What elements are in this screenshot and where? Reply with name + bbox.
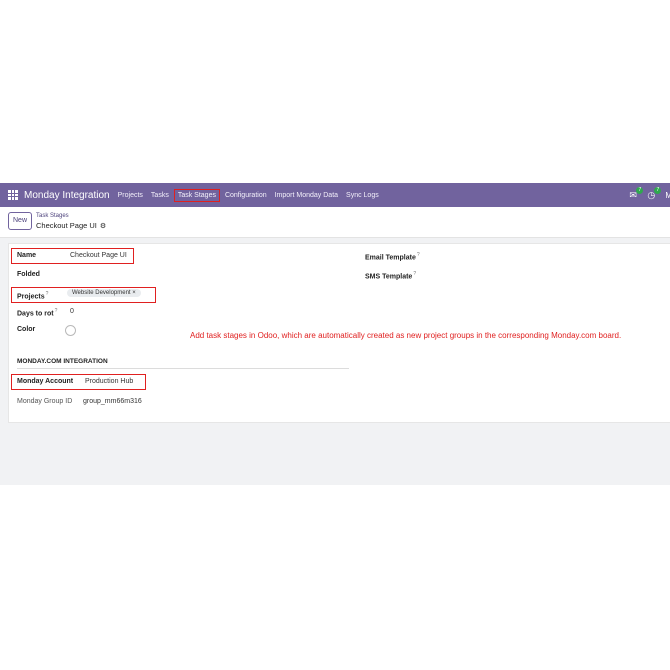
- menu-task-stages[interactable]: Task Stages: [173, 188, 220, 202]
- breadcrumb-parent[interactable]: Task Stages: [36, 213, 69, 219]
- breadcrumb-current: Checkout Page UI ⚙: [36, 221, 106, 230]
- monday-account-label: Monday Account: [17, 378, 74, 385]
- menu-import-monday-data[interactable]: Import Monday Data: [275, 192, 338, 199]
- email-label-text: Email Template: [365, 254, 416, 262]
- projects-label: Projects?: [17, 291, 48, 300]
- gear-icon[interactable]: ⚙: [100, 223, 106, 230]
- messages-icon[interactable]: ✉ 7: [629, 187, 644, 200]
- navbar-systray: ✉ 7 ◷ 7 M: [629, 183, 670, 207]
- sms-template-label: SMS Template?: [365, 271, 416, 280]
- color-picker[interactable]: [65, 325, 76, 336]
- menu-configuration[interactable]: Configuration: [225, 192, 267, 199]
- odoo-app: Monday Integration Projects Tasks Task S…: [0, 183, 670, 485]
- activities-badge: 7: [654, 187, 662, 194]
- days-label-text: Days to rot: [17, 310, 54, 318]
- projects-help-icon[interactable]: ?: [46, 291, 49, 297]
- top-navbar: Monday Integration Projects Tasks Task S…: [0, 183, 670, 207]
- name-label: Name: [17, 252, 37, 259]
- project-tag: Website Development ×: [67, 289, 141, 297]
- email-template-label: Email Template?: [365, 252, 420, 261]
- section-title: MONDAY.COM INTEGRATION: [17, 358, 108, 365]
- email-help-icon[interactable]: ?: [417, 252, 420, 258]
- annotation-text: Add task stages in Odoo, which are autom…: [190, 331, 622, 340]
- monday-group-label: Monday Group ID: [17, 398, 73, 405]
- tag-remove-icon[interactable]: ×: [132, 290, 136, 296]
- project-tag-label: Website Development: [72, 290, 131, 296]
- control-panel: New Task Stages Checkout Page UI ⚙: [0, 207, 670, 238]
- color-label: Color: [17, 326, 36, 333]
- projects-label-text: Projects: [17, 293, 45, 301]
- section-divider: [17, 368, 349, 369]
- days-help-icon[interactable]: ?: [55, 308, 58, 314]
- apps-grid-icon[interactable]: [8, 190, 18, 200]
- days-field[interactable]: 0: [70, 308, 74, 315]
- folded-label: Folded: [17, 271, 40, 278]
- monday-account-field[interactable]: Production Hub: [85, 378, 133, 385]
- menu-sync-logs[interactable]: Sync Logs: [346, 192, 379, 199]
- menu-tasks[interactable]: Tasks: [151, 192, 169, 199]
- name-field[interactable]: Checkout Page UI: [70, 252, 127, 259]
- menu-projects[interactable]: Projects: [118, 192, 143, 199]
- days-label: Days to rot?: [17, 308, 57, 317]
- sms-help-icon[interactable]: ?: [413, 271, 416, 277]
- record-title: Checkout Page UI: [36, 221, 97, 230]
- monday-group-field: group_mm66m316: [83, 398, 142, 405]
- new-button[interactable]: New: [8, 212, 33, 230]
- sms-label-text: SMS Template: [365, 273, 413, 281]
- app-brand[interactable]: Monday Integration: [24, 190, 110, 201]
- messages-badge: 7: [636, 187, 644, 194]
- user-avatar[interactable]: M: [665, 191, 670, 200]
- activities-icon[interactable]: ◷ 7: [647, 187, 662, 200]
